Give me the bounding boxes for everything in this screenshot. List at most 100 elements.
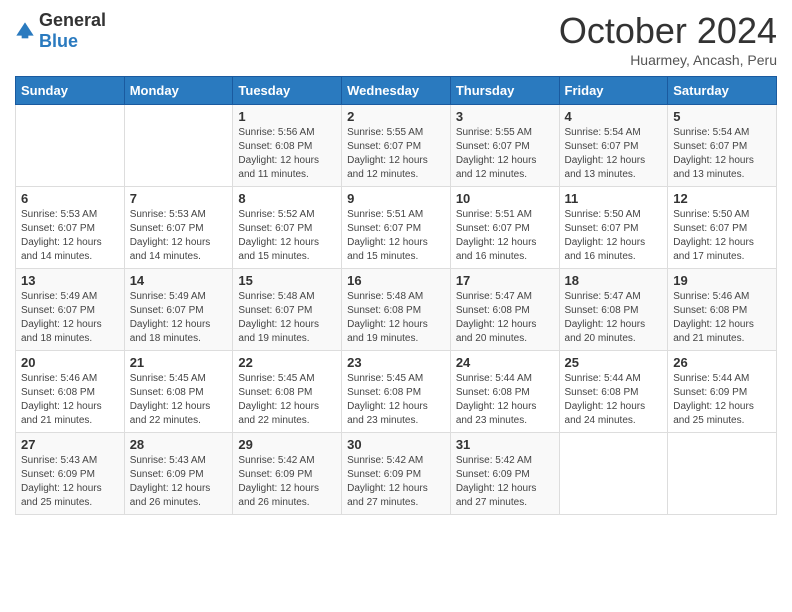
calendar-cell: 9 Sunrise: 5:51 AM Sunset: 6:07 PM Daylig…	[342, 187, 451, 269]
day-info: Sunrise: 5:44 AM Sunset: 6:08 PM Dayligh…	[456, 372, 554, 428]
day-number: 4	[565, 109, 663, 124]
calendar-week-2: 6 Sunrise: 5:53 AM Sunset: 6:07 PM Daylig…	[16, 187, 777, 269]
logo-blue: Blue	[39, 31, 78, 51]
calendar-cell: 14Sunrise: 5:49 AM Sunset: 6:07 PM Dayli…	[124, 269, 233, 351]
header: General Blue October 2024 Huarmey, Ancas…	[15, 10, 777, 68]
day-number: 19	[673, 273, 771, 288]
calendar-cell: 30 Sunrise: 5:42 AM Sunset: 6:09 PM Dayli…	[342, 433, 451, 515]
calendar-cell: 10Sunrise: 5:51 AM Sunset: 6:07 PM Dayli…	[450, 187, 559, 269]
calendar-cell: 23 Sunrise: 5:45 AM Sunset: 6:08 PM Dayli…	[342, 351, 451, 433]
day-info: Sunrise: 5:49 AM Sunset: 6:07 PM Dayligh…	[130, 290, 228, 346]
day-number: 23	[347, 355, 445, 370]
day-number: 5	[673, 109, 771, 124]
day-number: 17	[456, 273, 554, 288]
day-number: 24	[456, 355, 554, 370]
calendar-cell: 26 Sunrise: 5:44 AM Sunset: 6:09 PM Dayli…	[668, 351, 777, 433]
calendar-table: SundayMondayTuesdayWednesdayThursdayFrid…	[15, 76, 777, 515]
day-info: Sunrise: 5:49 AM Sunset: 6:07 PM Dayligh…	[21, 290, 119, 346]
calendar-cell: 15 Sunrise: 5:48 AM Sunset: 6:07 PM Dayli…	[233, 269, 342, 351]
calendar-cell: 19 Sunrise: 5:46 AM Sunset: 6:08 PM Dayli…	[668, 269, 777, 351]
day-info: Sunrise: 5:42 AM Sunset: 6:09 PM Dayligh…	[238, 454, 336, 510]
calendar-cell: 28 Sunrise: 5:43 AM Sunset: 6:09 PM Dayli…	[124, 433, 233, 515]
day-number: 31	[456, 437, 554, 452]
day-info: Sunrise: 5:43 AM Sunset: 6:09 PM Dayligh…	[21, 454, 119, 510]
logo-text: General Blue	[39, 10, 106, 52]
day-info: Sunrise: 5:52 AM Sunset: 6:07 PM Dayligh…	[238, 208, 336, 264]
day-number: 26	[673, 355, 771, 370]
col-header-tuesday: Tuesday	[233, 77, 342, 105]
day-number: 20	[21, 355, 119, 370]
day-info: Sunrise: 5:45 AM Sunset: 6:08 PM Dayligh…	[130, 372, 228, 428]
calendar-cell: 6 Sunrise: 5:53 AM Sunset: 6:07 PM Daylig…	[16, 187, 125, 269]
day-info: Sunrise: 5:45 AM Sunset: 6:08 PM Dayligh…	[347, 372, 445, 428]
day-info: Sunrise: 5:51 AM Sunset: 6:07 PM Dayligh…	[456, 208, 554, 264]
day-number: 22	[238, 355, 336, 370]
calendar-week-4: 20Sunrise: 5:46 AM Sunset: 6:08 PM Dayli…	[16, 351, 777, 433]
day-number: 6	[21, 191, 119, 206]
calendar-cell: 5 Sunrise: 5:54 AM Sunset: 6:07 PM Daylig…	[668, 105, 777, 187]
calendar-cell: 1Sunrise: 5:56 AM Sunset: 6:08 PM Daylig…	[233, 105, 342, 187]
calendar-week-5: 27 Sunrise: 5:43 AM Sunset: 6:09 PM Dayli…	[16, 433, 777, 515]
calendar-cell: 3 Sunrise: 5:55 AM Sunset: 6:07 PM Daylig…	[450, 105, 559, 187]
day-info: Sunrise: 5:43 AM Sunset: 6:09 PM Dayligh…	[130, 454, 228, 510]
col-header-sunday: Sunday	[16, 77, 125, 105]
col-header-thursday: Thursday	[450, 77, 559, 105]
day-number: 13	[21, 273, 119, 288]
month-title: October 2024	[559, 10, 777, 52]
calendar-cell: 31 Sunrise: 5:42 AM Sunset: 6:09 PM Dayli…	[450, 433, 559, 515]
day-number: 25	[565, 355, 663, 370]
col-header-friday: Friday	[559, 77, 668, 105]
calendar-cell: 25Sunrise: 5:44 AM Sunset: 6:08 PM Dayli…	[559, 351, 668, 433]
calendar-cell: 27 Sunrise: 5:43 AM Sunset: 6:09 PM Dayli…	[16, 433, 125, 515]
calendar-cell: 29 Sunrise: 5:42 AM Sunset: 6:09 PM Dayli…	[233, 433, 342, 515]
calendar-cell: 4 Sunrise: 5:54 AM Sunset: 6:07 PM Daylig…	[559, 105, 668, 187]
day-info: Sunrise: 5:53 AM Sunset: 6:07 PM Dayligh…	[130, 208, 228, 264]
day-info: Sunrise: 5:45 AM Sunset: 6:08 PM Dayligh…	[238, 372, 336, 428]
day-info: Sunrise: 5:47 AM Sunset: 6:08 PM Dayligh…	[565, 290, 663, 346]
day-number: 28	[130, 437, 228, 452]
day-info: Sunrise: 5:44 AM Sunset: 6:09 PM Dayligh…	[673, 372, 771, 428]
calendar-header-row: SundayMondayTuesdayWednesdayThursdayFrid…	[16, 77, 777, 105]
col-header-wednesday: Wednesday	[342, 77, 451, 105]
day-info: Sunrise: 5:53 AM Sunset: 6:07 PM Dayligh…	[21, 208, 119, 264]
calendar-cell: 18Sunrise: 5:47 AM Sunset: 6:08 PM Dayli…	[559, 269, 668, 351]
calendar-cell: 2Sunrise: 5:55 AM Sunset: 6:07 PM Daylig…	[342, 105, 451, 187]
day-number: 7	[130, 191, 228, 206]
day-number: 27	[21, 437, 119, 452]
calendar-cell: 20Sunrise: 5:46 AM Sunset: 6:08 PM Dayli…	[16, 351, 125, 433]
day-number: 8	[238, 191, 336, 206]
day-info: Sunrise: 5:56 AM Sunset: 6:08 PM Dayligh…	[238, 126, 336, 182]
col-header-monday: Monday	[124, 77, 233, 105]
day-info: Sunrise: 5:51 AM Sunset: 6:07 PM Dayligh…	[347, 208, 445, 264]
calendar-cell	[668, 433, 777, 515]
day-info: Sunrise: 5:55 AM Sunset: 6:07 PM Dayligh…	[456, 126, 554, 182]
day-info: Sunrise: 5:50 AM Sunset: 6:07 PM Dayligh…	[565, 208, 663, 264]
logo-general: General	[39, 10, 106, 30]
day-info: Sunrise: 5:48 AM Sunset: 6:08 PM Dayligh…	[347, 290, 445, 346]
calendar-cell: 12Sunrise: 5:50 AM Sunset: 6:07 PM Dayli…	[668, 187, 777, 269]
day-info: Sunrise: 5:54 AM Sunset: 6:07 PM Dayligh…	[673, 126, 771, 182]
day-number: 15	[238, 273, 336, 288]
calendar-cell: 21Sunrise: 5:45 AM Sunset: 6:08 PM Dayli…	[124, 351, 233, 433]
page: General Blue October 2024 Huarmey, Ancas…	[0, 0, 792, 612]
day-info: Sunrise: 5:48 AM Sunset: 6:07 PM Dayligh…	[238, 290, 336, 346]
day-number: 29	[238, 437, 336, 452]
calendar-week-1: 1Sunrise: 5:56 AM Sunset: 6:08 PM Daylig…	[16, 105, 777, 187]
day-info: Sunrise: 5:42 AM Sunset: 6:09 PM Dayligh…	[456, 454, 554, 510]
calendar-cell: 7 Sunrise: 5:53 AM Sunset: 6:07 PM Daylig…	[124, 187, 233, 269]
day-number: 9	[347, 191, 445, 206]
day-info: Sunrise: 5:47 AM Sunset: 6:08 PM Dayligh…	[456, 290, 554, 346]
day-number: 3	[456, 109, 554, 124]
day-info: Sunrise: 5:54 AM Sunset: 6:07 PM Dayligh…	[565, 126, 663, 182]
calendar-cell: 8 Sunrise: 5:52 AM Sunset: 6:07 PM Daylig…	[233, 187, 342, 269]
day-info: Sunrise: 5:46 AM Sunset: 6:08 PM Dayligh…	[673, 290, 771, 346]
day-info: Sunrise: 5:42 AM Sunset: 6:09 PM Dayligh…	[347, 454, 445, 510]
calendar-cell: 22 Sunrise: 5:45 AM Sunset: 6:08 PM Dayli…	[233, 351, 342, 433]
day-number: 30	[347, 437, 445, 452]
day-number: 12	[673, 191, 771, 206]
day-number: 2	[347, 109, 445, 124]
calendar-cell	[16, 105, 125, 187]
calendar-cell: 13 Sunrise: 5:49 AM Sunset: 6:07 PM Dayli…	[16, 269, 125, 351]
calendar-cell	[559, 433, 668, 515]
day-number: 11	[565, 191, 663, 206]
